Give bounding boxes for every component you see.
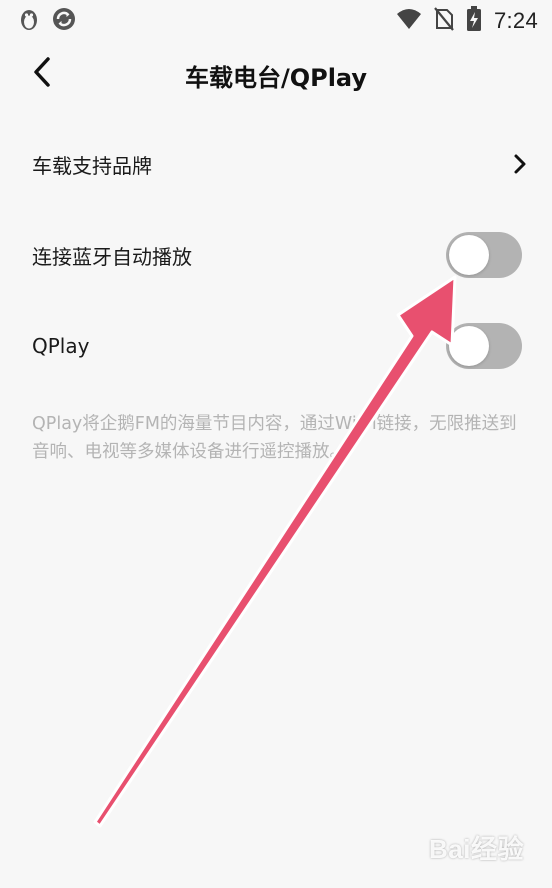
- chevron-right-icon: [510, 152, 530, 176]
- status-time: 7:24: [493, 8, 538, 33]
- no-sim-icon: [434, 7, 454, 35]
- car-brands-label: 车载支持品牌: [32, 153, 152, 178]
- toggle-knob: [449, 326, 489, 366]
- bluetooth-autoplay-row: 连接蓝牙自动播放: [0, 211, 552, 299]
- qplay-label: QPlay: [32, 334, 90, 358]
- qplay-row: QPlay: [0, 302, 552, 390]
- status-right-icons: 7:24: [396, 6, 538, 36]
- toggle-knob: [449, 235, 489, 275]
- wifi-icon: [396, 8, 422, 34]
- qplay-description: QPlay将企鹅FM的海量节目内容，通过Wi-Fi链接，无限推送到音响、电视等多…: [32, 414, 517, 462]
- status-bar: 7:24: [0, 0, 552, 40]
- battery-charging-icon: [466, 6, 482, 36]
- penguin-icon: [18, 7, 40, 35]
- watermark-logo: Bai经验: [429, 834, 524, 864]
- header: 车载电台/QPlay: [0, 40, 552, 110]
- page-title: 车载电台/QPlay: [184, 64, 368, 92]
- car-brands-row[interactable]: 车载支持品牌: [0, 120, 552, 208]
- bluetooth-autoplay-toggle[interactable]: [446, 232, 522, 278]
- sync-icon: [52, 7, 76, 35]
- qplay-toggle[interactable]: [446, 323, 522, 369]
- bluetooth-autoplay-label: 连接蓝牙自动播放: [32, 244, 192, 269]
- status-left-icons: [18, 7, 76, 35]
